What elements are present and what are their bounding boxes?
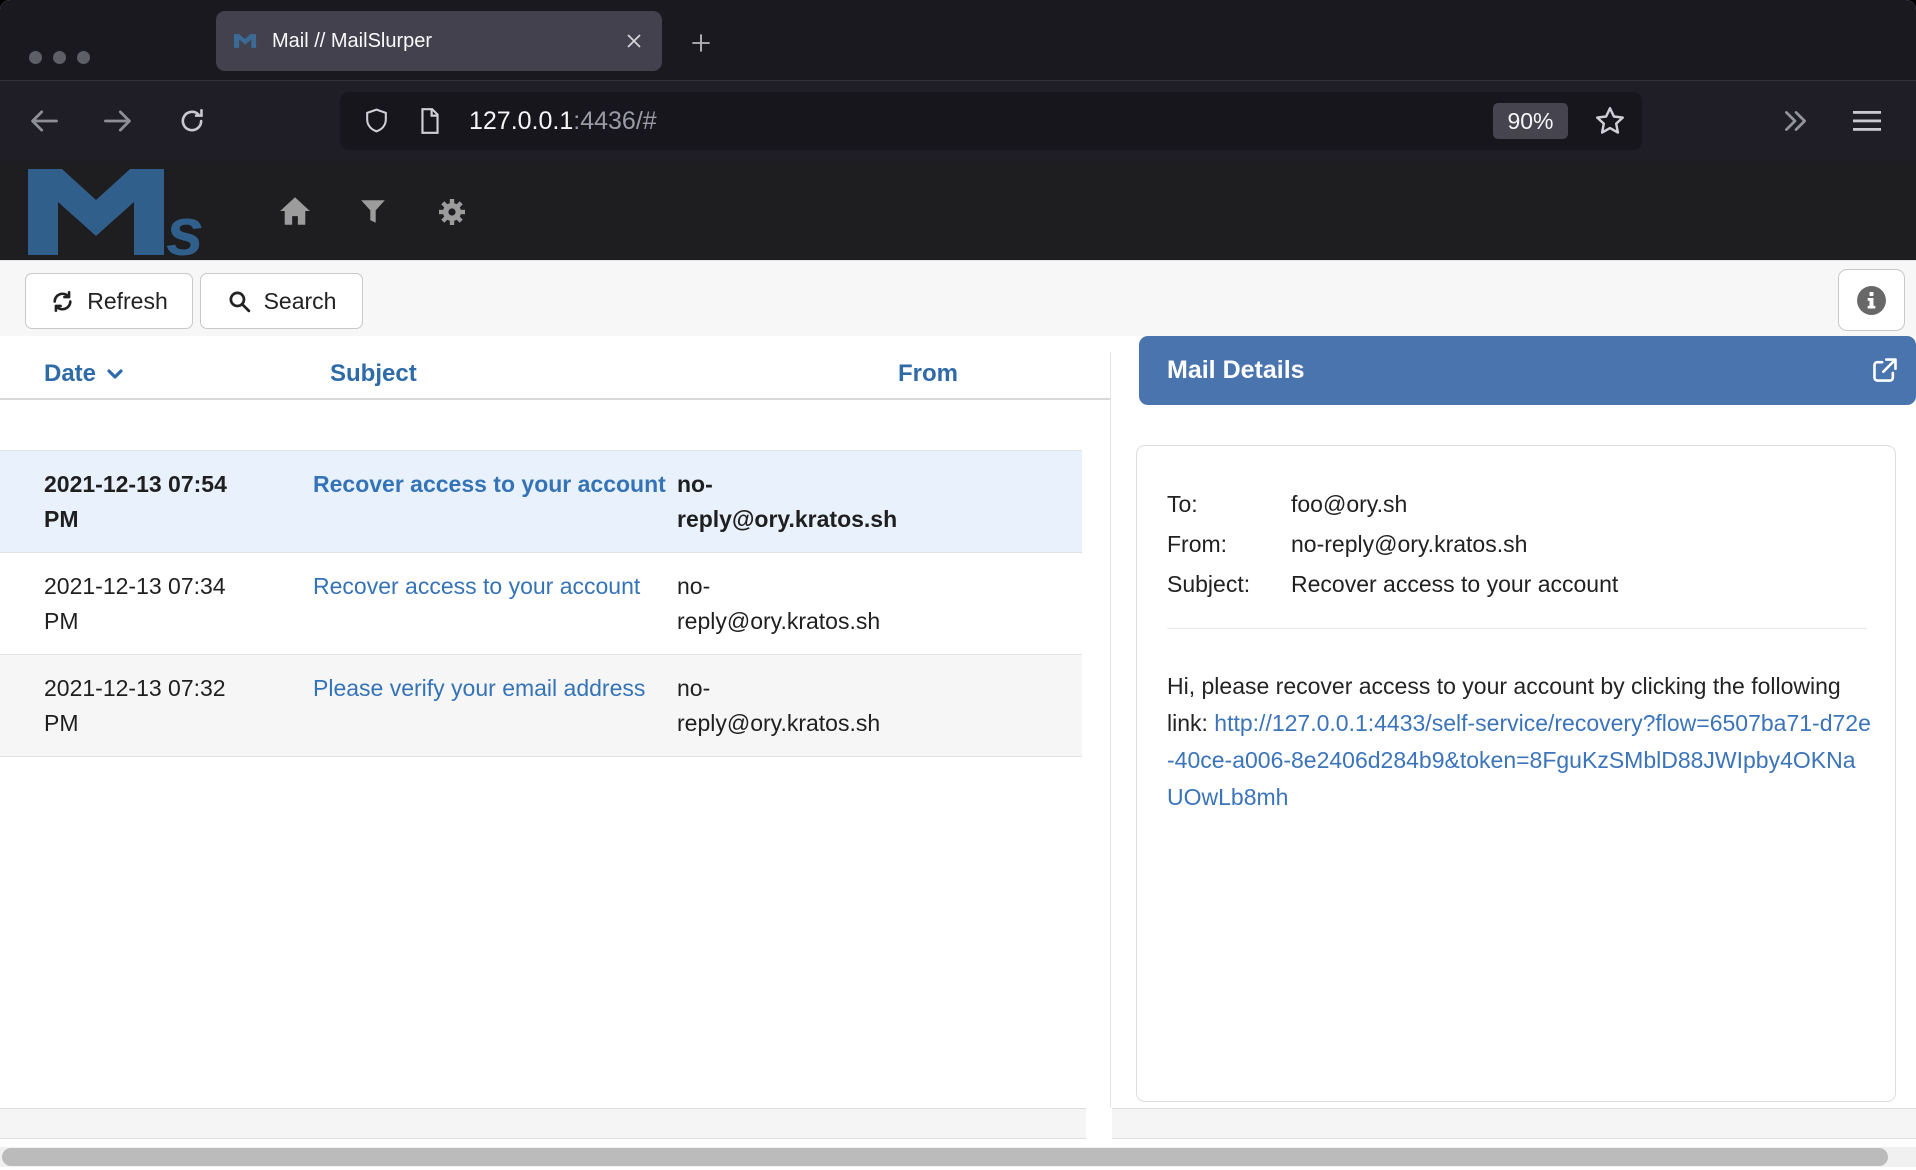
refresh-button[interactable]: Refresh [25, 273, 193, 329]
shield-icon[interactable] [362, 107, 391, 136]
mail-details-footer [1112, 1108, 1916, 1139]
mail-subject-cell: Recover access to your account [313, 569, 677, 654]
info-button[interactable] [1838, 269, 1905, 331]
mail-from-cell: no-reply@ory.kratos.sh [677, 569, 1082, 654]
url-host: 127.0.0.1 [469, 107, 573, 135]
page-icon[interactable] [417, 107, 443, 135]
subject-label: Subject: [1167, 564, 1291, 604]
external-link-icon[interactable] [1869, 355, 1900, 386]
sort-chevron-down-icon [104, 364, 126, 384]
url-text[interactable]: 127.0.0.1:4436/# [469, 107, 657, 136]
tab-close-icon[interactable] [624, 31, 644, 51]
mail-details-fields: To: foo@ory.sh From: no-reply@ory.kratos… [1167, 484, 1618, 604]
window-control-dot[interactable] [53, 51, 66, 64]
url-bar[interactable]: 127.0.0.1:4436/# 90% [340, 92, 1642, 150]
mail-table-row[interactable]: 2021-12-13 07:32 PM Please verify your e… [0, 655, 1082, 757]
tab-mailslurper[interactable]: s Mail // MailSlurper [216, 11, 662, 71]
browser-tab-strip: s Mail // MailSlurper [0, 0, 1916, 80]
mailslurper-navbar: s [0, 161, 1916, 260]
mail-list-footer [0, 1108, 1086, 1139]
refresh-button-label: Refresh [87, 288, 168, 315]
column-header-from: From [898, 360, 958, 388]
overflow-chevrons-icon[interactable] [1778, 106, 1812, 136]
svg-text:s: s [252, 40, 257, 50]
forward-icon[interactable] [102, 105, 134, 137]
action-toolbar: Refresh Search [0, 260, 1916, 336]
column-header-subject: Subject [330, 360, 417, 388]
mail-date-cell: 2021-12-13 07:54 PM [0, 467, 313, 552]
from-value: no-reply@ory.kratos.sh [1291, 524, 1618, 564]
gear-icon[interactable] [437, 197, 467, 227]
column-header-date[interactable]: Date [44, 360, 126, 388]
mail-from-cell: no-reply@ory.kratos.sh [677, 467, 1082, 552]
mail-details-title: Mail Details [1167, 356, 1305, 385]
search-icon [227, 289, 252, 314]
browser-window: s Mail // MailSlurper [0, 0, 1916, 1170]
filter-icon[interactable] [359, 198, 387, 225]
from-label: From: [1167, 524, 1291, 564]
mail-table-body: 2021-12-13 07:54 PM Recover access to yo… [0, 450, 1082, 757]
mail-table-row[interactable]: 2021-12-13 07:54 PM Recover access to yo… [0, 451, 1082, 553]
mail-table-row[interactable]: 2021-12-13 07:34 PM Recover access to yo… [0, 553, 1082, 655]
mail-from-cell: no-reply@ory.kratos.sh [677, 671, 1082, 756]
url-port-path: :4436/# [573, 107, 656, 135]
mail-date-cell: 2021-12-13 07:32 PM [0, 671, 313, 756]
mail-details-card: To: foo@ory.sh From: no-reply@ory.kratos… [1136, 445, 1896, 1102]
mail-subject-cell: Recover access to your account [313, 467, 677, 552]
tab-favicon-mailslurper-icon: s [234, 32, 258, 50]
mail-subject-link[interactable]: Recover access to your account [313, 573, 640, 599]
svg-text:s: s [166, 194, 204, 257]
menu-hamburger-icon[interactable] [1850, 108, 1884, 134]
zoom-level-badge[interactable]: 90% [1493, 103, 1568, 139]
mailslurper-logo[interactable]: s [28, 169, 232, 262]
mail-body: Hi, please recover access to your accoun… [1167, 668, 1871, 816]
mail-subject-cell: Please verify your email address [313, 671, 677, 756]
window-control-dot[interactable] [29, 51, 42, 64]
window-control-dot[interactable] [77, 51, 90, 64]
subject-value: Recover access to your account [1291, 564, 1618, 604]
mail-table-header: Date Subject From [0, 352, 1110, 400]
refresh-icon [50, 289, 75, 314]
search-button-label: Search [264, 288, 337, 315]
reload-icon[interactable] [178, 107, 206, 135]
search-button[interactable]: Search [200, 273, 363, 329]
mail-subject-link[interactable]: Recover access to your account [313, 471, 666, 497]
horizontal-scrollbar-thumb[interactable] [2, 1148, 1888, 1166]
new-tab-plus-icon[interactable] [688, 30, 714, 56]
mail-date-cell: 2021-12-13 07:34 PM [0, 569, 313, 654]
column-header-date-label: Date [44, 360, 96, 388]
mail-subject-link[interactable]: Please verify your email address [313, 675, 645, 701]
browser-nav-bar: 127.0.0.1:4436/# 90% [0, 80, 1916, 161]
to-label: To: [1167, 484, 1291, 524]
mail-details-header: Mail Details [1139, 336, 1916, 405]
home-icon[interactable] [279, 196, 311, 226]
back-icon[interactable] [28, 105, 60, 137]
recovery-link[interactable]: http://127.0.0.1:4433/self-service/recov… [1167, 710, 1871, 810]
details-divider [1167, 628, 1867, 629]
info-icon [1856, 285, 1887, 316]
panel-divider [1110, 352, 1111, 1108]
tab-title: Mail // MailSlurper [272, 30, 432, 53]
to-value: foo@ory.sh [1291, 484, 1618, 524]
bookmark-star-icon[interactable] [1593, 104, 1627, 138]
